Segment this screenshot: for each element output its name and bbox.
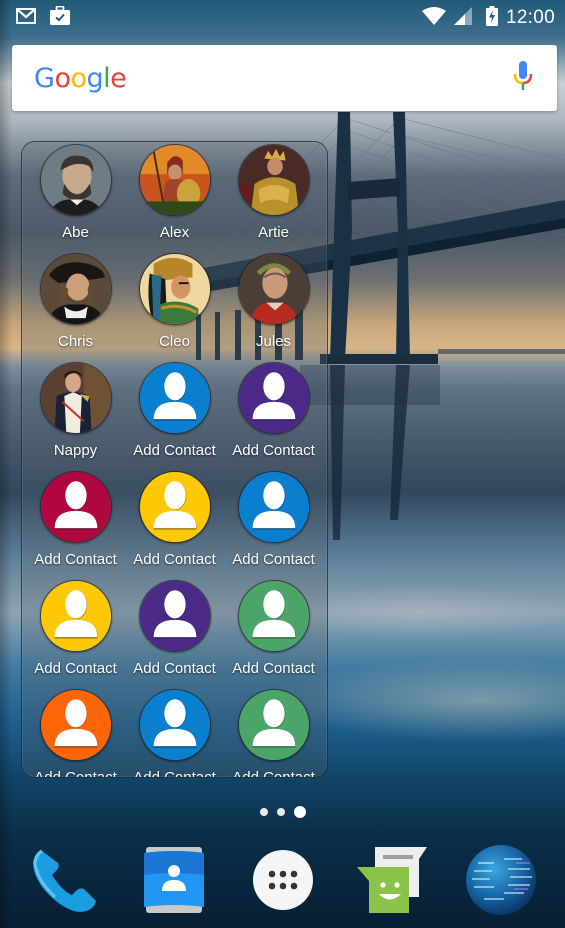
add-contact-person-icon bbox=[138, 580, 211, 652]
add-contact-person-icon bbox=[237, 580, 310, 652]
contact-label: Alex bbox=[159, 224, 190, 241]
contact-chris[interactable]: Chris bbox=[26, 253, 125, 355]
globe-icon[interactable] bbox=[463, 842, 539, 918]
contact-photo bbox=[39, 253, 112, 325]
page-indicator bbox=[0, 806, 565, 818]
google-search-bar[interactable]: Google bbox=[12, 45, 557, 111]
page-dot[interactable] bbox=[293, 806, 306, 818]
add-contact-person-icon bbox=[237, 362, 310, 434]
contact-photo bbox=[237, 144, 310, 216]
contact-label: Artie bbox=[258, 224, 289, 241]
add-contact-shortcut[interactable]: Add Contact bbox=[125, 362, 224, 464]
contacts-folder[interactable]: Abe Alex Artie Chris Cleo Jules Nappy Add Conta… bbox=[21, 141, 328, 778]
add-contact-person-icon bbox=[138, 471, 211, 543]
add-contact-shortcut[interactable]: Add Contact bbox=[26, 471, 125, 573]
add-contact-person-icon bbox=[39, 580, 112, 652]
add-contact-shortcut[interactable]: Add Contact bbox=[26, 689, 125, 778]
add-contact-shortcut[interactable]: Add Contact bbox=[125, 689, 224, 778]
contact-nappy[interactable]: Nappy bbox=[26, 362, 125, 464]
contact-label: Nappy bbox=[53, 442, 98, 459]
contact-photo bbox=[138, 144, 211, 216]
add-contact-person-icon bbox=[138, 362, 211, 434]
add-contact-person-icon bbox=[237, 689, 310, 761]
add-contact-shortcut[interactable]: Add Contact bbox=[224, 689, 323, 778]
add-contact-shortcut[interactable]: Add Contact bbox=[224, 580, 323, 682]
contact-label: Add Contact bbox=[133, 769, 216, 778]
add-contact-shortcut[interactable]: Add Contact bbox=[26, 580, 125, 682]
dock bbox=[0, 840, 565, 920]
add-contact-person-icon bbox=[39, 471, 112, 543]
google-logo: Google bbox=[34, 62, 127, 94]
contact-alex[interactable]: Alex bbox=[125, 144, 224, 246]
contact-label: Add Contact bbox=[133, 551, 216, 568]
contact-label: Add Contact bbox=[34, 660, 117, 677]
contact-photo bbox=[39, 362, 112, 434]
add-contact-shortcut[interactable]: Add Contact bbox=[224, 362, 323, 464]
page-dot[interactable] bbox=[276, 808, 285, 816]
contact-label: Add Contact bbox=[133, 442, 216, 459]
page-dot[interactable] bbox=[259, 808, 268, 816]
cell-signal-icon bbox=[453, 6, 472, 30]
contact-label: Abe bbox=[62, 224, 89, 241]
contact-label: Add Contact bbox=[232, 769, 315, 778]
add-contact-shortcut[interactable]: Add Contact bbox=[224, 471, 323, 573]
contact-photo bbox=[138, 253, 211, 325]
contacts-grid: Abe Alex Artie Chris Cleo Jules Nappy Add Conta… bbox=[22, 144, 327, 778]
app-drawer-icon[interactable] bbox=[245, 842, 321, 918]
contact-label: Add Contact bbox=[34, 551, 117, 568]
contact-jules[interactable]: Jules bbox=[224, 253, 323, 355]
contact-photo bbox=[39, 144, 112, 216]
status-bar: 12:00 bbox=[0, 0, 565, 36]
microphone-icon[interactable] bbox=[513, 60, 533, 96]
contact-label: Add Contact bbox=[232, 551, 315, 568]
gmail-icon[interactable] bbox=[16, 7, 36, 29]
phone-icon[interactable] bbox=[27, 842, 103, 918]
messenger-icon[interactable] bbox=[354, 842, 430, 918]
contact-label: Chris bbox=[57, 333, 93, 350]
contact-label: Add Contact bbox=[232, 442, 315, 459]
contact-photo bbox=[237, 253, 310, 325]
contact-label: Add Contact bbox=[232, 660, 315, 677]
add-contact-shortcut[interactable]: Add Contact bbox=[125, 471, 224, 573]
contact-cleo[interactable]: Cleo bbox=[125, 253, 224, 355]
add-contact-person-icon bbox=[138, 689, 211, 761]
contacts-icon[interactable] bbox=[136, 842, 212, 918]
contact-label: Add Contact bbox=[133, 660, 216, 677]
contact-label: Cleo bbox=[159, 333, 190, 350]
contact-label: Jules bbox=[255, 333, 292, 350]
task-briefcase-icon[interactable] bbox=[50, 5, 70, 30]
add-contact-shortcut[interactable]: Add Contact bbox=[125, 580, 224, 682]
clock: 12:00 bbox=[505, 7, 555, 28]
add-contact-person-icon bbox=[39, 689, 112, 761]
contact-artie[interactable]: Artie bbox=[224, 144, 323, 246]
wifi-icon bbox=[421, 6, 446, 30]
add-contact-person-icon bbox=[237, 471, 310, 543]
contact-label: Add Contact bbox=[34, 769, 117, 778]
contact-abe[interactable]: Abe bbox=[26, 144, 125, 246]
battery-charging-icon bbox=[485, 5, 498, 31]
